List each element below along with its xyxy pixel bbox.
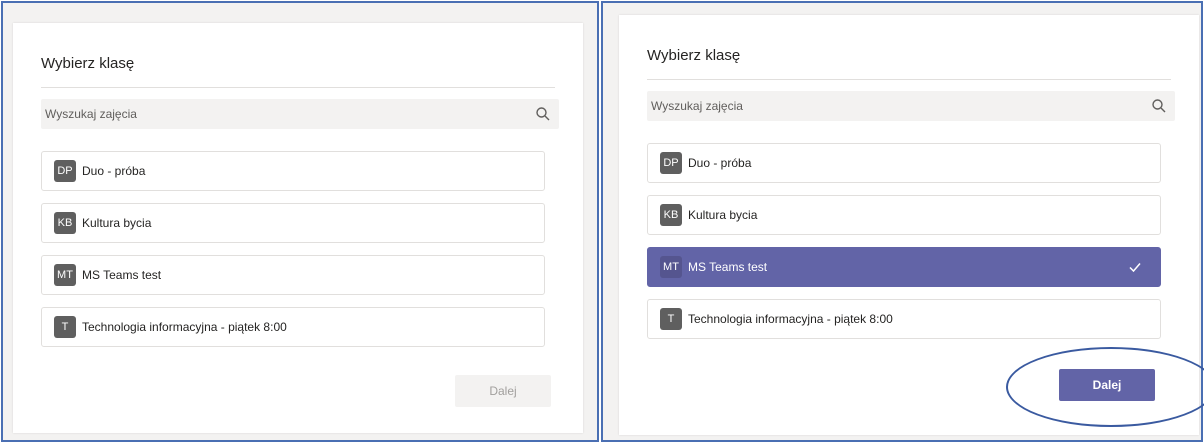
class-item-technologia-informacyjna[interactable]: T Technologia informacyjna - piątek 8:00 (647, 299, 1161, 339)
class-item-duo-proba[interactable]: DP Duo - próba (41, 151, 545, 191)
search-input[interactable] (41, 99, 482, 129)
class-item-technologia-informacyjna[interactable]: T Technologia informacyjna - piątek 8:00 (41, 307, 545, 347)
next-button-disabled[interactable]: Dalej (455, 375, 551, 407)
class-name: Technologia informacyjna - piątek 8:00 (82, 320, 287, 334)
class-item-duo-proba[interactable]: DP Duo - próba (647, 143, 1161, 183)
divider (647, 79, 1171, 80)
class-name: Kultura bycia (82, 216, 152, 230)
class-avatar: KB (660, 204, 682, 226)
class-list: DP Duo - próba KB Kultura bycia MT MS Te… (647, 143, 1161, 351)
search-icon[interactable] (535, 106, 551, 122)
class-name: Duo - próba (688, 156, 752, 170)
next-button[interactable]: Dalej (1059, 369, 1155, 401)
search-input[interactable] (647, 91, 1096, 121)
class-name: MS Teams test (82, 268, 162, 282)
check-icon (1129, 263, 1141, 273)
class-avatar: KB (54, 212, 76, 234)
class-avatar: MT (660, 256, 682, 278)
dialog-title: Wybierz klasę (647, 47, 741, 64)
class-name: Technologia informacyjna - piątek 8:00 (688, 312, 893, 326)
dialog-title: Wybierz klasę (41, 55, 135, 72)
select-class-dialog: Wybierz klasę DP Duo - próba KB Kultura … (619, 15, 1199, 435)
class-item-kultura-bycia[interactable]: KB Kultura bycia (647, 195, 1161, 235)
class-item-ms-teams-test-selected[interactable]: MT MS Teams test (647, 247, 1161, 287)
search-box (647, 91, 1175, 121)
class-avatar: DP (54, 160, 76, 182)
search-box (41, 99, 559, 129)
class-avatar: T (660, 308, 682, 330)
select-class-dialog: Wybierz klasę DP Duo - próba KB Kultura … (13, 23, 583, 433)
left-screenshot-frame: Wybierz klasę DP Duo - próba KB Kultura … (1, 1, 599, 442)
right-screenshot-frame: Wybierz klasę DP Duo - próba KB Kultura … (601, 1, 1204, 442)
divider (41, 87, 555, 88)
class-item-kultura-bycia[interactable]: KB Kultura bycia (41, 203, 545, 243)
class-list: DP Duo - próba KB Kultura bycia MT MS Te… (41, 151, 545, 359)
class-avatar: DP (660, 152, 682, 174)
class-name: Duo - próba (82, 164, 146, 178)
class-name: Kultura bycia (688, 208, 758, 222)
search-icon[interactable] (1151, 98, 1167, 114)
class-item-ms-teams-test[interactable]: MT MS Teams test (41, 255, 545, 295)
class-name: MS Teams test (688, 260, 768, 274)
class-avatar: T (54, 316, 76, 338)
class-avatar: MT (54, 264, 76, 286)
